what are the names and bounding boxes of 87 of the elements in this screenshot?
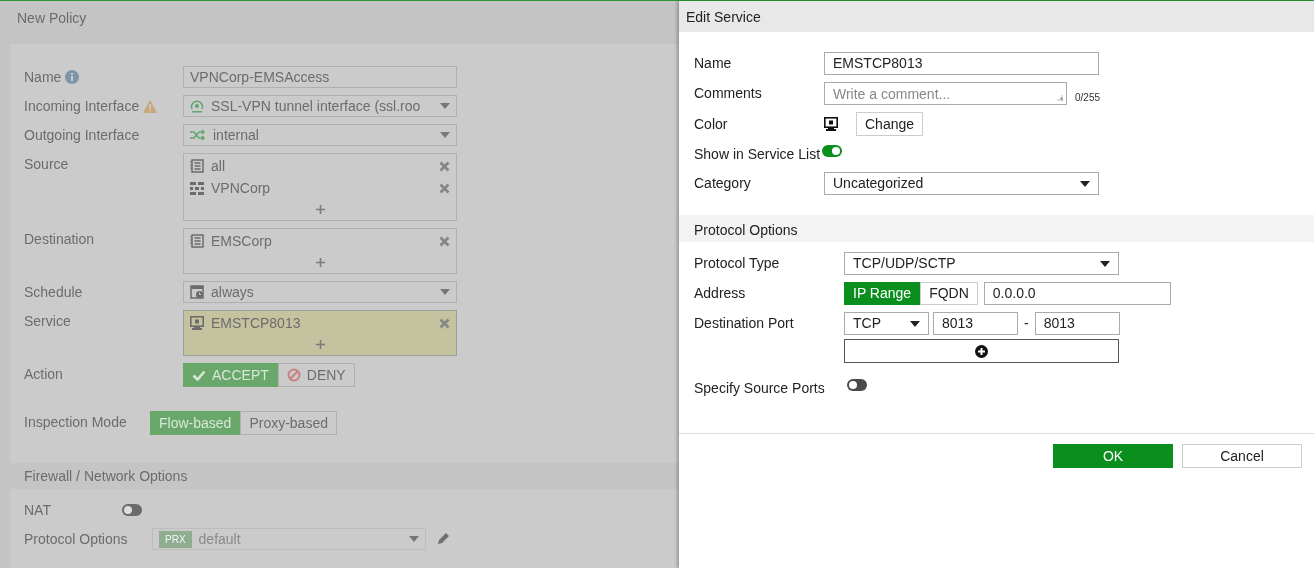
change-button[interactable]: Change [856,112,924,136]
remove-icon [439,317,450,329]
text-field[interactable]: EMSTCP8013 [824,52,1099,75]
dropdown[interactable]: SSL-VPN tunnel interface (ssl.roo [183,95,457,117]
field-label: Address [694,284,747,303]
resize-icon [1057,95,1063,101]
comment-field[interactable]: Write a comment... [824,82,1067,105]
add-icon [975,344,988,358]
dropdown[interactable]: TCP [844,312,929,335]
segment-button[interactable]: ACCEPT [183,363,278,387]
segment-button[interactable]: FQDN [920,282,978,305]
tunnel-icon [190,99,204,113]
cancel-button[interactable]: Cancel [1182,444,1302,468]
field-label: Destination Port [694,314,795,333]
check-icon [192,369,206,381]
text-field[interactable]: 8013 [1034,312,1120,335]
segment-button[interactable]: IP Range [844,282,921,305]
monitor-icon [190,316,204,330]
dialog-title: Edit Service [679,1,1314,32]
segment-button[interactable]: Flow-based [150,411,241,435]
edit-icon[interactable] [436,532,450,546]
field-label: Protocol Options [24,530,128,549]
group-icon [190,181,204,195]
field-label: Outgoing Interface [24,126,140,145]
shuffle-icon [190,129,206,141]
character-counter: 0/255 [1075,91,1101,105]
caret-icon [409,536,419,542]
dropdown[interactable]: Uncategorized [824,172,1099,195]
add-icon [315,204,325,214]
remove-icon [439,182,450,194]
panel-title: New Policy [16,9,88,28]
add-icon [315,339,325,349]
dropdown: PRX default [152,528,426,550]
address-icon [190,159,204,173]
ok-button[interactable]: OK [1053,444,1173,468]
toggle-switch[interactable] [822,145,843,157]
remove-icon [439,160,450,172]
field-label: Protocol Type [694,254,781,273]
caret-icon [440,289,450,295]
field-label: Incoming Interface [24,97,140,116]
segment-button[interactable]: DENY [277,363,355,387]
field-label: Color [694,114,729,134]
caret-icon [440,132,450,138]
dropdown[interactable]: internal [183,124,457,146]
tag: PRX [159,530,192,548]
field-label: Action [24,365,63,384]
text-field[interactable]: VPNCorp-EMSAccess [183,66,457,88]
toggle-switch[interactable] [847,378,867,391]
caret-icon [1080,180,1090,187]
list-item[interactable]: all [211,155,432,177]
field-label: Show in Service List [694,144,821,164]
section-header: Protocol Options [679,215,1314,242]
field-label: Service [24,312,71,331]
text-field[interactable]: 8013 [933,312,1018,335]
add-icon [315,257,325,267]
toggle-switch[interactable] [122,504,142,516]
field-label: Schedule [24,283,83,302]
field-label: NAT [24,501,51,520]
address-icon [190,234,204,248]
text-field[interactable]: 0.0.0.0 [983,282,1171,305]
field-label: Destination [24,230,95,249]
add-button[interactable] [844,339,1119,363]
list-item[interactable]: EMSTCP8013 [211,312,432,334]
field-label: Category [694,174,752,193]
selection-list[interactable]: EMSCorp [183,228,457,274]
prohibited-icon [286,368,301,382]
remove-icon [439,235,450,247]
calendar-icon [190,285,204,299]
monitor-icon [824,117,838,131]
field-label: Comments [694,84,763,103]
caret-icon [1100,260,1110,267]
field-label: Inspection Mode [24,413,127,432]
section-header: Firewall / Network Options [10,463,679,489]
field-label: Name [24,68,62,87]
dropdown[interactable]: always [183,281,457,303]
range-separator: - [1024,314,1029,333]
field-label: Source [24,155,69,174]
selection-list[interactable]: EMSTCP8013 [183,310,457,356]
caret-icon [440,103,450,109]
field-label: Specify Source Ports [694,379,826,398]
segment-button[interactable]: Proxy-based [240,411,337,435]
list-item[interactable]: EMSCorp [211,230,432,252]
list-item[interactable]: VPNCorp [211,177,432,199]
dropdown[interactable]: TCP/UDP/SCTP [844,252,1119,275]
caret-icon [910,320,920,327]
selection-list[interactable]: all VPNCorp [183,153,457,221]
field-label: Name [694,54,733,73]
